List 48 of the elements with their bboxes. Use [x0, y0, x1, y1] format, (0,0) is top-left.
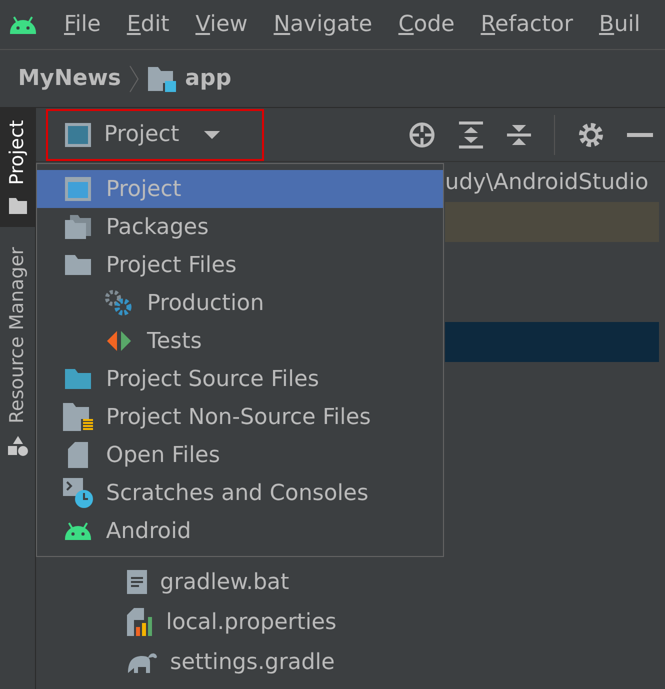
menu-item[interactable]: Refactor — [480, 8, 574, 41]
view-option[interactable]: Open Files — [37, 436, 443, 474]
folder-list-icon — [62, 402, 94, 432]
folder-icon — [8, 197, 28, 216]
view-option[interactable]: Project Files — [37, 246, 443, 284]
file-icon — [67, 441, 89, 469]
view-selector[interactable]: Project — [46, 108, 264, 160]
chevron-icon — [129, 64, 139, 92]
view-option[interactable]: Project Source Files — [37, 360, 443, 398]
tree-item[interactable]: udy\AndroidStudio — [445, 166, 648, 198]
breadcrumb-item[interactable]: app — [185, 62, 232, 95]
console-clock-icon — [62, 477, 94, 509]
menu-item[interactable]: Edit — [126, 8, 170, 41]
view-option[interactable]: Production — [37, 284, 443, 322]
folder-icon — [64, 254, 92, 276]
menu-item[interactable]: View — [195, 8, 248, 41]
expand-all-icon[interactable] — [458, 120, 484, 148]
folder-icon — [64, 368, 92, 390]
view-option[interactable]: Project Non-Source Files — [37, 398, 443, 436]
gears-icon — [104, 289, 134, 317]
tests-icon — [106, 330, 132, 352]
view-option[interactable]: Scratches and Consoles — [37, 474, 443, 512]
breadcrumb-item[interactable]: MyNews — [18, 62, 121, 95]
menu-item[interactable]: Buil — [599, 8, 640, 41]
view-option[interactable]: Packages — [37, 208, 443, 246]
chart-file-icon — [126, 607, 154, 637]
crosshair-icon[interactable] — [408, 120, 436, 148]
window-icon — [64, 122, 92, 148]
menu-item[interactable]: Navigate — [274, 8, 372, 41]
module-folder-icon — [147, 66, 177, 92]
window-icon — [64, 176, 92, 202]
caret-icon — [203, 130, 222, 140]
text-file-icon — [126, 569, 148, 595]
side-tab[interactable]: Project — [0, 108, 35, 228]
menu-item[interactable]: File — [64, 8, 101, 41]
menu-item[interactable]: Code — [398, 8, 455, 41]
tree-item[interactable]: settings.gradle — [170, 646, 335, 678]
tree-item[interactable]: gradlew.bat — [160, 566, 290, 598]
minimize-icon[interactable] — [627, 132, 653, 136]
android-icon — [63, 522, 93, 540]
side-tab[interactable]: Resource Manager — [0, 235, 35, 470]
view-option[interactable]: Tests — [37, 322, 443, 360]
view-option[interactable]: Android — [37, 512, 443, 550]
settings-icon[interactable] — [577, 120, 605, 148]
android-logo-icon — [8, 16, 38, 34]
tree-item[interactable]: local.properties — [166, 606, 337, 638]
shapes-icon — [6, 435, 28, 458]
folders-icon — [64, 214, 92, 240]
